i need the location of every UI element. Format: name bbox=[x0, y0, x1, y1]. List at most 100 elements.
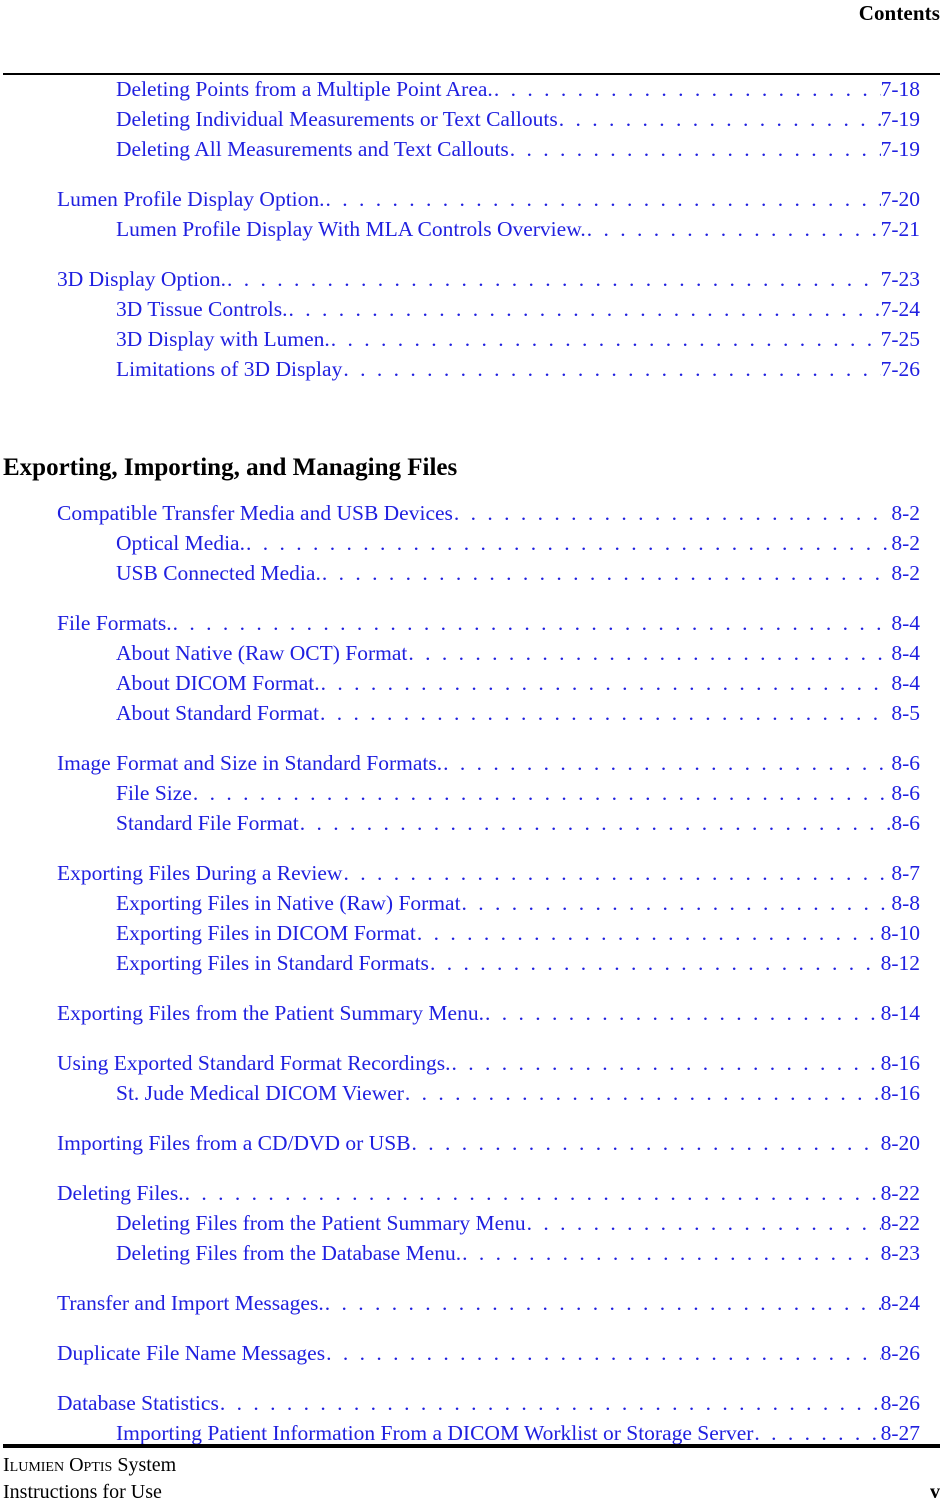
toc-group: File Formats.8-4About Native (Raw OCT) F… bbox=[0, 608, 945, 728]
page-footer: Ilumien Optis System Instructions for Us… bbox=[3, 1444, 940, 1508]
toc-entry[interactable]: Exporting Files in Native (Raw) Format 8… bbox=[0, 888, 945, 918]
toc-group: Image Format and Size in Standard Format… bbox=[0, 748, 945, 838]
footer-title-line2: Instructions for Use bbox=[3, 1481, 162, 1503]
footer-divider bbox=[3, 1444, 940, 1448]
toc-entry[interactable]: About DICOM Format. 8-4 bbox=[0, 668, 945, 698]
toc-entry-label: Standard File Format bbox=[116, 811, 299, 835]
toc-dot-leader bbox=[300, 808, 892, 838]
toc-dot-leader bbox=[462, 1238, 880, 1268]
toc-entry[interactable]: Transfer and Import Messages. 8-24 bbox=[0, 1288, 945, 1318]
toc-page-number: 8-6 bbox=[891, 781, 920, 805]
toc-page-number: 7-19 bbox=[880, 137, 920, 161]
toc-entry[interactable]: Deleting Files from the Patient Summary … bbox=[0, 1208, 945, 1238]
toc-dot-leader bbox=[587, 214, 881, 244]
toc-entry-label: Exporting Files in Native (Raw) Format bbox=[116, 891, 461, 915]
toc-entry-label: Image Format and Size in Standard Format… bbox=[57, 751, 443, 775]
toc-entry[interactable]: Exporting Files in DICOM Format 8-10 bbox=[0, 918, 945, 948]
toc-entry[interactable]: Deleting Points from a Multiple Point Ar… bbox=[0, 74, 945, 104]
toc-dot-leader bbox=[173, 608, 892, 638]
toc-dot-leader bbox=[322, 558, 892, 588]
toc-entry-label: Optical Media. bbox=[116, 531, 245, 555]
toc-group: Importing Files from a CD/DVD or USB 8-2… bbox=[0, 1128, 945, 1158]
toc-page-number: 8-22 bbox=[880, 1181, 920, 1205]
toc-page-number: 8-6 bbox=[891, 811, 920, 835]
toc-page-number: 8-5 bbox=[891, 701, 920, 725]
toc-dot-leader bbox=[220, 1388, 881, 1418]
toc-section-chapter8: Compatible Transfer Media and USB Device… bbox=[0, 498, 945, 1448]
toc-entry[interactable]: 3D Tissue Controls. 7-24 bbox=[0, 294, 945, 324]
toc-entry[interactable]: Deleting Individual Measurements or Text… bbox=[0, 104, 945, 134]
toc-page-number: 7-25 bbox=[880, 327, 920, 351]
toc-group: Duplicate File Name Messages 8-26 bbox=[0, 1338, 945, 1368]
toc-entry-label: Deleting Files from the Database Menu. bbox=[116, 1241, 462, 1265]
toc-entry-label: Deleting Files from the Patient Summary … bbox=[116, 1211, 526, 1235]
toc-entry[interactable]: Exporting Files in Standard Formats 8-12 bbox=[0, 948, 945, 978]
toc-page-number: 8-10 bbox=[880, 921, 920, 945]
toc-group: Database Statistics 8-26Importing Patien… bbox=[0, 1388, 945, 1448]
toc-entry-label: 3D Tissue Controls. bbox=[116, 297, 288, 321]
chapter-heading-block: Exporting, Importing, and Managing Files bbox=[0, 452, 945, 484]
toc-page-number: 8-26 bbox=[880, 1391, 920, 1415]
toc-page-number: 8-4 bbox=[891, 611, 920, 635]
toc-entry[interactable]: Lumen Profile Display Option. 7-20 bbox=[0, 184, 945, 214]
toc-page-number: 8-12 bbox=[880, 951, 920, 975]
toc-dot-leader bbox=[417, 918, 881, 948]
toc-entry[interactable]: Database Statistics 8-26 bbox=[0, 1388, 945, 1418]
toc-page-number: 8-16 bbox=[880, 1051, 920, 1075]
toc-entry[interactable]: Exporting Files from the Patient Summary… bbox=[0, 998, 945, 1028]
toc-entry[interactable]: 3D Display Option. 7-23 bbox=[0, 264, 945, 294]
toc-group: Transfer and Import Messages. 8-24 bbox=[0, 1288, 945, 1318]
toc-dot-leader bbox=[494, 74, 881, 104]
toc-dot-leader bbox=[331, 324, 881, 354]
toc-entry[interactable]: Deleting Files. 8-22 bbox=[0, 1178, 945, 1208]
footer-brand-optis: Optis bbox=[69, 1454, 113, 1476]
toc-entry[interactable]: USB Connected Media. 8-2 bbox=[0, 558, 945, 588]
toc-entry[interactable]: Optical Media. 8-2 bbox=[0, 528, 945, 558]
toc-entry-label: About DICOM Format. bbox=[116, 671, 320, 695]
toc-page-number: 7-20 bbox=[880, 187, 920, 211]
toc-entry[interactable]: About Standard Format 8-5 bbox=[0, 698, 945, 728]
toc-entry[interactable]: Image Format and Size in Standard Format… bbox=[0, 748, 945, 778]
footer-title-line1: Ilumien Optis System bbox=[3, 1452, 176, 1479]
toc-page-number: 7-21 bbox=[880, 217, 920, 241]
toc-dot-leader bbox=[452, 1048, 881, 1078]
toc-entry[interactable]: St. Jude Medical DICOM Viewer 8-16 bbox=[0, 1078, 945, 1108]
toc-entry-label: Lumen Profile Display With MLA Controls … bbox=[116, 217, 586, 241]
toc-entry-label: Database Statistics bbox=[57, 1391, 219, 1415]
toc-dot-leader bbox=[485, 998, 881, 1028]
toc-entry[interactable]: Limitations of 3D Display 7-26 bbox=[0, 354, 945, 384]
toc-page-number: 8-24 bbox=[880, 1291, 920, 1315]
toc-entry[interactable]: File Formats. 8-4 bbox=[0, 608, 945, 638]
toc-entry[interactable]: Standard File Format 8-6 bbox=[0, 808, 945, 838]
toc-page-number: 8-7 bbox=[891, 861, 920, 885]
toc-entry[interactable]: Importing Files from a CD/DVD or USB 8-2… bbox=[0, 1128, 945, 1158]
toc-entry-label: Exporting Files in Standard Formats bbox=[116, 951, 429, 975]
toc-entry[interactable]: Duplicate File Name Messages 8-26 bbox=[0, 1338, 945, 1368]
toc-dot-leader bbox=[288, 294, 880, 324]
toc-entry[interactable]: Using Exported Standard Format Recording… bbox=[0, 1048, 945, 1078]
toc-entry[interactable]: Exporting Files During a Review 8-7 bbox=[0, 858, 945, 888]
toc-entry[interactable]: Compatible Transfer Media and USB Device… bbox=[0, 498, 945, 528]
chapter-title: Exporting, Importing, and Managing Files bbox=[3, 454, 458, 481]
toc-entry[interactable]: Deleting All Measurements and Text Callo… bbox=[0, 134, 945, 164]
toc-entry-label: About Standard Format bbox=[116, 701, 320, 725]
toc-entry[interactable]: About Native (Raw OCT) Format 8-4 bbox=[0, 638, 945, 668]
toc-page-number: 8-2 bbox=[891, 501, 920, 525]
toc-entry-label: Limitations of 3D Display bbox=[116, 357, 343, 381]
toc-group: 3D Display Option. 7-23 3D Tissue Controls… bbox=[0, 264, 945, 384]
toc-entry-label: USB Connected Media. bbox=[116, 561, 321, 585]
toc-entry[interactable]: File Size 8-6 bbox=[0, 778, 945, 808]
toc-entry-label: Deleting All Measurements and Text Callo… bbox=[116, 137, 509, 161]
toc-entry[interactable]: Lumen Profile Display With MLA Controls … bbox=[0, 214, 945, 244]
toc-dot-leader bbox=[430, 948, 881, 978]
toc-entry[interactable]: Deleting Files from the Database Menu. 8-… bbox=[0, 1238, 945, 1268]
toc-dot-leader bbox=[246, 528, 891, 558]
toc-group: Exporting Files from the Patient Summary… bbox=[0, 998, 945, 1028]
toc-entry-label: Compatible Transfer Media and USB Device… bbox=[57, 501, 453, 525]
toc-dot-leader bbox=[326, 184, 881, 214]
toc-entry[interactable]: 3D Display with Lumen. 7-25 bbox=[0, 324, 945, 354]
toc-entry-label: Exporting Files in DICOM Format bbox=[116, 921, 416, 945]
toc-group: Compatible Transfer Media and USB Device… bbox=[0, 498, 945, 588]
toc-dot-leader bbox=[325, 1288, 881, 1318]
toc-group: Lumen Profile Display Option.7-20 Lumen P… bbox=[0, 184, 945, 244]
